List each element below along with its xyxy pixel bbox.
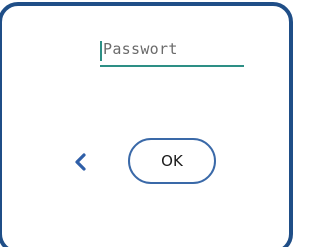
password-field[interactable]: Passwort xyxy=(98,38,246,68)
screen: Passwort OK xyxy=(0,0,320,247)
password-field-underline xyxy=(100,65,244,67)
ok-button-label: OK xyxy=(161,152,183,170)
ok-button[interactable]: OK xyxy=(128,138,216,184)
text-caret xyxy=(100,41,102,61)
password-placeholder: Passwort xyxy=(103,40,178,58)
chevron-left-icon xyxy=(75,153,86,171)
back-button[interactable] xyxy=(70,150,92,174)
